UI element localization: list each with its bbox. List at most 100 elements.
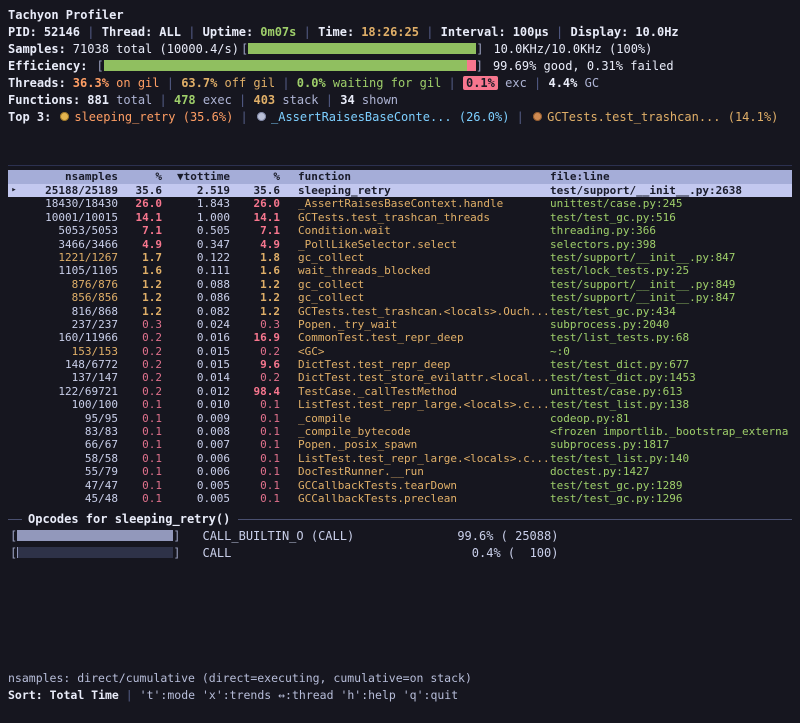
opcode-label: CALL_BUILTIN_O (CALL) (202, 529, 438, 543)
cell-function: ListTest.test_repr_large.<locals>.c... (298, 398, 550, 411)
cell-tottime: 0.006 (162, 465, 230, 478)
table-row[interactable]: 237/2370.30.0240.3Popen._try_waitsubproc… (8, 318, 792, 331)
table-row[interactable]: 100/1000.10.0100.1ListTest.test_repr_lar… (8, 398, 792, 411)
cell-tottime: 0.016 (162, 331, 230, 344)
column-header-function[interactable]: function (298, 170, 550, 184)
table-row[interactable]: 122/697210.20.01298.4TestCase._callTestM… (8, 385, 792, 398)
cell-pct-direct: 0.1 (118, 398, 162, 411)
table-row[interactable]: 66/670.10.0070.1Popen._posix_spawnsubpro… (8, 438, 792, 451)
opcode-bar-fill (17, 547, 18, 558)
table-row[interactable]: 816/8681.20.0821.2GCTests.test_trashcan.… (8, 305, 792, 318)
cell-tottime: 1.843 (162, 197, 230, 210)
column-header-file-line[interactable]: file:line (550, 170, 792, 184)
cell-pct-direct: 0.2 (118, 331, 162, 344)
cell-tottime: 0.009 (162, 412, 230, 425)
field-separator: | (80, 25, 102, 39)
table-row[interactable]: 95/950.10.0090.1_compilecodeop.py:81 (8, 412, 792, 425)
cell-file-line: unittest/case.py:613 (550, 385, 792, 398)
cell-nsamples: 3466/3466 (20, 238, 118, 251)
column-header-pct-direct[interactable]: % (118, 170, 162, 184)
table-row[interactable]: 55/790.10.0060.1DocTestRunner.__rundocte… (8, 465, 792, 478)
table-row[interactable]: 45/480.10.0050.1GCCallbackTests.preclean… (8, 492, 792, 505)
cell-pct-direct: 0.3 (118, 318, 162, 331)
table-row[interactable]: 10001/1001514.11.00014.1GCTests.test_tra… (8, 211, 792, 224)
threads-off_gil-label: off gil (217, 76, 275, 90)
cell-function: gc_collect (298, 251, 550, 264)
cell-function: _PollLikeSelector.select (298, 238, 550, 251)
cell-nsamples: 237/237 (20, 318, 118, 331)
functions-stack-label: stack (275, 93, 318, 107)
cell-tottime: 0.111 (162, 264, 230, 277)
cell-function: DictTest.test_repr_deep (298, 358, 550, 371)
cell-pct-cum: 7.1 (230, 224, 280, 237)
opcode-bar: [] (10, 546, 180, 560)
table-row[interactable]: 1221/12671.70.1221.8gc_collecttest/suppo… (8, 251, 792, 264)
cell-pct-cum: 0.3 (230, 318, 280, 331)
threads-exc-label: exc (498, 76, 527, 90)
opcode-pct: 0.4% ( 100) (438, 546, 558, 560)
cell-pct-cum: 0.1 (230, 479, 280, 492)
cell-tottime: 0.015 (162, 358, 230, 371)
samples-bar-fill (248, 43, 476, 54)
cell-function: DocTestRunner.__run (298, 465, 550, 478)
cell-file-line: threading.py:366 (550, 224, 792, 237)
cell-tottime: 0.010 (162, 398, 230, 411)
cell-function: gc_collect (298, 291, 550, 304)
cell-file-line: test/test_gc.py:1296 (550, 492, 792, 505)
footer-note-text: nsamples: direct/cumulative (direct=exec… (8, 671, 472, 685)
field-value-interval: 100µs (513, 25, 549, 39)
field-label-thread: Thread: (102, 25, 153, 39)
table-row[interactable]: 3466/34664.90.3474.9_PollLikeSelector.se… (8, 238, 792, 251)
row-marker: ▸ (8, 184, 20, 197)
cell-nsamples: 816/868 (20, 305, 118, 318)
cell-nsamples: 137/147 (20, 371, 118, 384)
cell-nsamples: 876/876 (20, 278, 118, 291)
cell-tottime: 0.006 (162, 452, 230, 465)
top3-entry-1: sleeping_retry (35.6%) (74, 110, 233, 124)
threads-gc-label: GC (577, 76, 599, 90)
app-title-text: Tachyon Profiler (8, 8, 124, 22)
cell-nsamples: 1221/1267 (20, 251, 118, 264)
table-row[interactable]: 58/580.10.0060.1ListTest.test_repr_large… (8, 452, 792, 465)
cell-tottime: 0.015 (162, 345, 230, 358)
table-row[interactable]: 160/119660.20.01616.9CommonTest.test_rep… (8, 331, 792, 344)
samples-line: Samples: 71038 total (10000.4/s) [ ] 10.… (8, 40, 792, 57)
cell-function: wait_threads_blocked (298, 264, 550, 277)
cell-pct-cum: 0.1 (230, 412, 280, 425)
cell-pct-direct: 0.1 (118, 492, 162, 505)
cell-file-line: subprocess.py:2040 (550, 318, 792, 331)
cell-nsamples: 100/100 (20, 398, 118, 411)
field-separator: | (181, 25, 203, 39)
table-row[interactable]: 47/470.10.0050.1GCCallbackTests.tearDown… (8, 479, 792, 492)
cell-file-line: test/test_gc.py:1289 (550, 479, 792, 492)
cell-function: GCTests.test_trashcan.<locals>.Ouch... (298, 305, 550, 318)
cell-file-line: unittest/case.py:245 (550, 197, 792, 210)
table-row[interactable]: 137/1470.20.0140.2DictTest.test_store_ev… (8, 371, 792, 384)
cell-pct-cum: 14.1 (230, 211, 280, 224)
field-separator: | (549, 25, 571, 39)
field-label-uptime: Uptime: (203, 25, 254, 39)
table-row[interactable]: 876/8761.20.0881.2gc_collecttest/support… (8, 278, 792, 291)
medal-bronze-icon (533, 112, 542, 121)
column-header-pct-cum[interactable]: % (230, 170, 280, 184)
table-body: ▸25188/2518935.62.51935.6sleeping_retryt… (8, 184, 792, 505)
column-header-tottime[interactable]: ▼tottime (162, 170, 230, 184)
table-row[interactable]: 856/8561.20.0861.2gc_collecttest/support… (8, 291, 792, 304)
table-row[interactable]: ▸25188/2518935.62.51935.6sleeping_retryt… (8, 184, 792, 197)
table-row[interactable]: 5053/50537.10.5057.1Condition.waitthread… (8, 224, 792, 237)
cell-nsamples: 10001/10015 (20, 211, 118, 224)
column-header-nsamples[interactable]: nsamples (20, 170, 118, 184)
cell-tottime: 0.024 (162, 318, 230, 331)
table-row[interactable]: 148/67720.20.0159.6DictTest.test_repr_de… (8, 358, 792, 371)
table-row[interactable]: 83/830.10.0080.1_compile_bytecode<frozen… (8, 425, 792, 438)
table-row[interactable]: 18430/1843026.01.84326.0_AssertRaisesBas… (8, 197, 792, 210)
top3-label: Top 3: (8, 110, 51, 124)
cell-nsamples: 148/6772 (20, 358, 118, 371)
field-value-thread: ALL (159, 25, 181, 39)
table-row[interactable]: 1105/11051.60.1111.6wait_threads_blocked… (8, 264, 792, 277)
cell-file-line: <frozen importlib._bootstrap_externa (550, 425, 792, 438)
stat-separator: | (275, 76, 297, 90)
cell-file-line: test/support/__init__.py:849 (550, 278, 792, 291)
samples-value: 71038 total (10000.4/s) (73, 42, 239, 56)
table-row[interactable]: 153/1530.20.0150.2<GC>~:0 (8, 345, 792, 358)
